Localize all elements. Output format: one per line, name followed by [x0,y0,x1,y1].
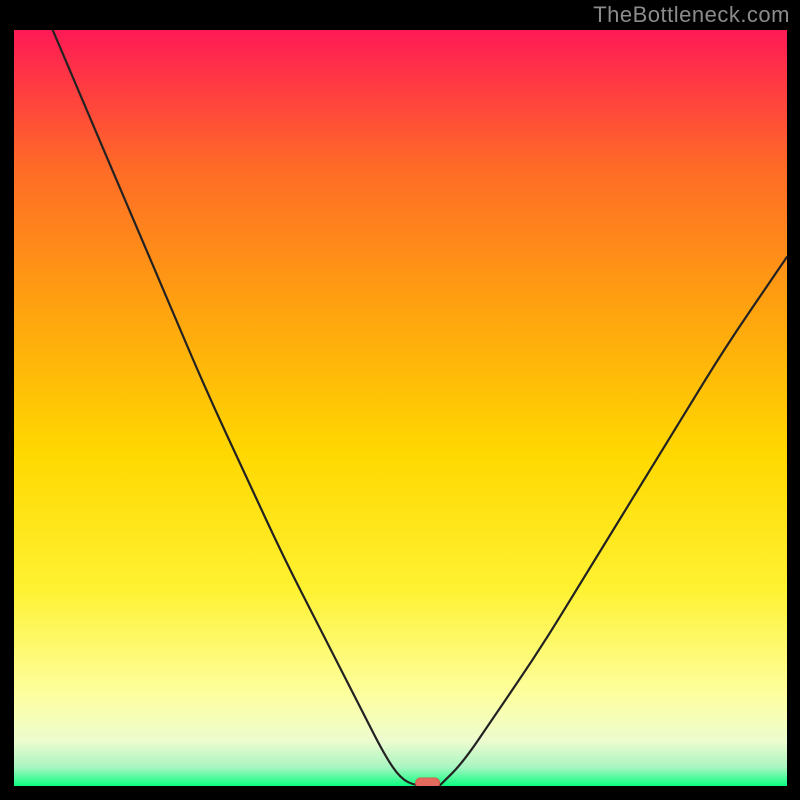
plot-area [14,30,787,786]
chart-frame: TheBottleneck.com [0,0,800,800]
watermark-label: TheBottleneck.com [593,2,790,28]
plot-svg [14,30,787,786]
optimal-point-marker [416,778,440,786]
gradient-background [14,30,787,786]
